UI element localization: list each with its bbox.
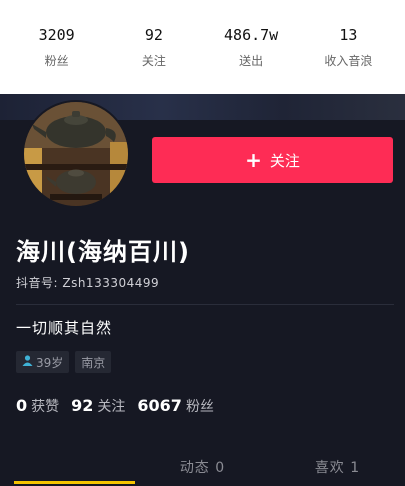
avatar[interactable] xyxy=(22,100,130,208)
profile-stats: 0 获赞 92 关注 6067 粉丝 xyxy=(16,396,214,416)
tab-works[interactable] xyxy=(0,448,135,486)
sent-label: 送出 xyxy=(239,54,264,68)
following-count-item[interactable]: 92 关注 xyxy=(71,396,125,416)
divider xyxy=(16,304,394,305)
income-stat[interactable]: 13 收入音浪 xyxy=(308,25,388,69)
location-tag: 南京 xyxy=(75,351,112,373)
profile-tabs: 动态 0 喜欢 1 xyxy=(0,448,405,486)
fans-label-item: 粉丝 xyxy=(185,399,214,415)
sent-stat[interactable]: 486.7w 送出 xyxy=(211,25,291,69)
fans-count-item[interactable]: 6067 粉丝 xyxy=(137,396,214,416)
profile-name: 海川(海纳百川) xyxy=(16,238,190,266)
following-num: 92 xyxy=(71,396,94,415)
teapot-avatar-image xyxy=(24,102,128,206)
likes-count[interactable]: 0 获赞 xyxy=(16,396,59,416)
follow-button-label: 关注 xyxy=(269,151,300,170)
income-label: 收入音浪 xyxy=(324,54,373,68)
plus-icon: + xyxy=(245,148,262,172)
douyin-id[interactable]: 抖音号: Zsh133304499 xyxy=(16,274,159,291)
tab-likes-label: 喜欢 1 xyxy=(314,460,361,476)
location-tag-label: 南京 xyxy=(81,355,106,370)
tab-dynamics[interactable]: 动态 0 xyxy=(135,448,270,486)
fans-count: 3209 xyxy=(38,26,75,44)
following-label: 关注 xyxy=(141,54,166,68)
likes-num: 0 xyxy=(16,396,28,415)
following-label-item: 关注 xyxy=(97,399,126,415)
follow-button[interactable]: + 关注 xyxy=(152,137,393,183)
following-stat[interactable]: 92 关注 xyxy=(114,25,194,69)
fans-stat[interactable]: 3209 粉丝 xyxy=(17,25,97,69)
tab-likes[interactable]: 喜欢 1 xyxy=(270,448,405,486)
fans-label: 粉丝 xyxy=(44,54,69,68)
tab-dynamics-label: 动态 0 xyxy=(179,460,226,476)
fans-num: 6067 xyxy=(137,396,182,415)
live-stats-bar: 3209 粉丝 92 关注 486.7w 送出 13 收入音浪 xyxy=(0,0,405,94)
income-count: 13 xyxy=(339,26,358,44)
profile-bio: 一切顺其自然 xyxy=(16,319,113,337)
sent-count: 486.7w xyxy=(224,26,279,44)
likes-label: 获赞 xyxy=(31,399,60,415)
profile-tags: 39岁 南京 xyxy=(16,351,112,373)
age-tag: 39岁 xyxy=(16,351,70,373)
age-tag-label: 39岁 xyxy=(36,355,64,370)
following-count: 92 xyxy=(144,26,163,44)
person-icon xyxy=(22,355,33,369)
